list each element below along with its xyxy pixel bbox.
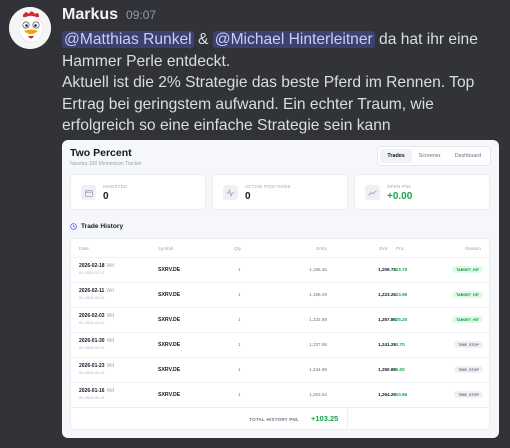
stat-label-invested: INVESTED [103,184,128,189]
trade-exit: 1,209.73 [378,267,396,272]
col-header-reason[interactable]: Reason [465,246,481,251]
table-row[interactable]: 2026-02-11 Wd IN: 2026-02-09 SXRV.DE 1 1,199.… [71,282,489,306]
total-history-value: +103.25 [311,414,339,423]
trade-pnl: +23.96 [393,292,408,297]
user-avatar[interactable] [9,7,51,49]
stat-value-active-positions: 0 [245,191,251,202]
message-timestamp: 09:07 [126,8,157,22]
stat-card-active-positions: ACTIVE POSITIONS 0 [212,174,348,210]
trade-pnl: +6.00 [393,367,405,372]
connector-text: & [197,31,209,48]
tab-screener[interactable]: Screener [412,149,448,163]
trade-exit: 1,241.29 [378,342,396,347]
tab-dashboard[interactable]: Dashboard [448,149,488,163]
trade-reason-badge: TARGET_HIT [452,291,483,298]
stat-value-invested: 0 [103,191,109,202]
mention-michael[interactable]: @Michael Hinterleitner [212,31,375,48]
trade-history-title: Trade History [81,223,124,230]
stat-card-invested: INVESTED 0 [70,174,206,210]
message-text: @Matthias Runkel & @Michael Hinterleitne… [62,29,498,137]
total-row: TOTAL HISTORY PNL +103.25 [71,407,489,429]
stat-label-open-pnl: OPEN PNL [387,184,412,189]
activity-icon [223,185,238,200]
message-header: Markus 09:07 [62,6,498,28]
trade-reason-badge: TARGET_HIT [452,316,483,323]
trade-history-heading: Trade History [70,223,123,230]
col-header-pnl[interactable]: PnL [396,246,404,251]
rooster-avatar-icon [9,7,51,49]
divider [347,408,348,429]
line3-text: Aktuell ist die 2% Strategie das beste P… [62,74,475,134]
table-row[interactable]: 2026-01-23 Wd IN: 2026-01-19 SXRV.DE 1 1,244.… [71,357,489,381]
image-attachment[interactable]: Two Percent Nasdaq-100 Momentum Tracker … [62,140,499,438]
username[interactable]: Markus [62,6,118,24]
app-subtitle: Nasdaq-100 Momentum Tracker [70,161,142,167]
nav-tabs: Trades Screener Dashboard [377,146,491,166]
trade-exit: 1,223.26 [378,292,396,297]
stat-card-open-pnl: OPEN PNL +0.00 [354,174,490,210]
line1-tail: da hat ihr eine [379,31,478,48]
trade-history-table: Date Symbol Qty Entry Exit PnL Reason 20… [70,238,490,430]
trade-reason-badge: TIME_STOP [454,366,483,373]
trade-pnl: +25.20 [393,317,408,322]
stat-label-active-positions: ACTIVE POSITIONS [245,184,291,189]
total-history-label: TOTAL HISTORY PNL [249,417,299,422]
line2-text: Hammer Perle entdeckt. [62,52,231,70]
calendar-icon [81,185,96,200]
trade-reason-badge: TIME_STOP [454,341,483,348]
trade-pnl: +23.70 [393,267,408,272]
trade-exit: 1,264.20 [378,392,396,397]
table-row[interactable]: 2026-01-30 Wd IN: 2026-01-29 SXRV.DE 1 1,237.… [71,332,489,356]
history-icon [70,223,77,230]
trade-pnl: +10.66 [393,392,408,397]
trade-reason-badge: TIME_STOP [454,391,483,398]
trade-exit: 1,250.89 [378,367,396,372]
stat-value-open-pnl: +0.00 [387,191,413,202]
mention-matthias[interactable]: @Matthias Runkel [62,31,194,48]
chat-message: Markus 09:07 @Matthias Runkel & @Michael… [62,6,498,137]
table-row[interactable]: 2026-02-03 Wd IN: 2026-02-02 SXRV.DE 1 1,232.… [71,307,489,331]
table-row[interactable]: 2026-01-16 Wd IN: 2026-01-12 SXRV.DE 1 1,253.… [71,382,489,406]
app-title: Two Percent [70,147,132,159]
trade-exit: 1,257.80 [378,317,396,322]
table-row[interactable]: 2026-02-18 Wd IN: 2026-02-17 SXRV.DE 1 1,185.… [71,257,489,281]
trade-reason-badge: TARGET_HIT [452,266,483,273]
col-header-exit[interactable]: Exit [71,246,387,251]
trend-up-icon [365,185,380,200]
trade-pnl: +3.70 [393,342,405,347]
tab-trades[interactable]: Trades [380,149,412,163]
